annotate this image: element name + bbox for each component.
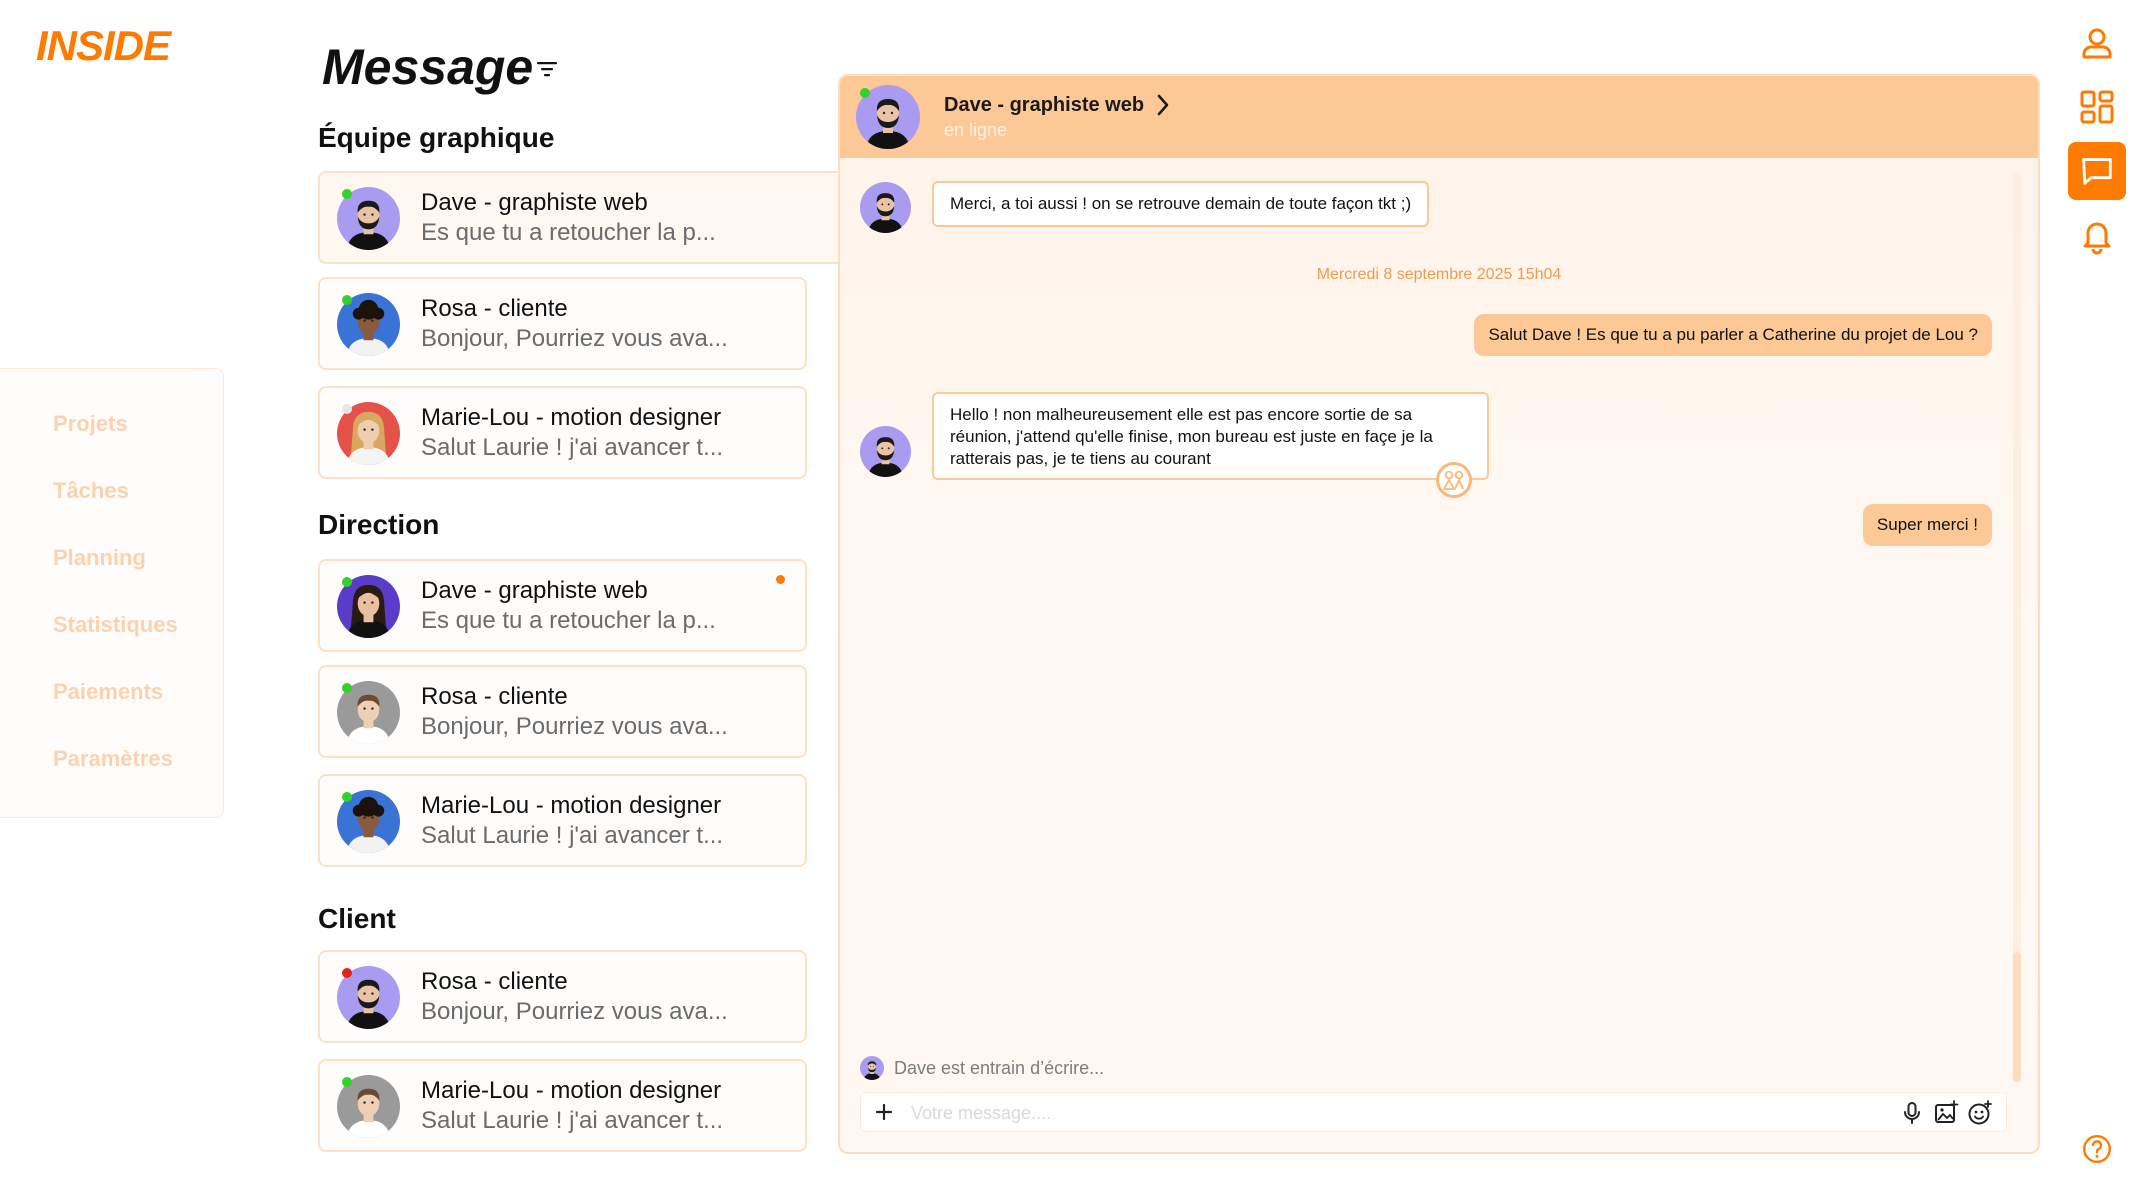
contact-preview: Salut Laurie ! j'ai avancer t... [421,822,724,849]
typing-indicator: Dave est entrain d’écrire... [894,1058,1105,1078]
bell-icon[interactable] [2068,206,2126,264]
contact-card[interactable]: Marie-Lou - motion designer Salut Laurie… [318,774,807,867]
avatar [860,1056,884,1080]
main-nav: Projets Tâches Planning Statistiques Pai… [0,368,224,818]
message-bubble-outgoing: Super merci ! [1862,504,1992,546]
nav-item-planning[interactable]: Planning [53,545,146,571]
nav-item-paiements[interactable]: Paiements [53,679,163,705]
contact-card[interactable]: Rosa - cliente Bonjour, Pourriez vous av… [318,950,807,1043]
contact-card[interactable]: Dave - graphiste web Es que tu a retouch… [318,171,843,264]
user-icon[interactable] [2068,14,2126,72]
online-status-dot [342,577,352,587]
message-input[interactable] [911,1099,1871,1127]
contact-preview: Bonjour, Pourriez vous ava... [421,713,728,740]
chat-contact-status: en ligne [944,120,1008,140]
online-status-dot [342,683,352,693]
scrollbar-thumb[interactable] [2013,952,2021,1082]
chat-panel: Dave - graphiste web en ligne Merci, a t… [838,74,2040,1154]
contact-preview: Salut Laurie ! j'ai avancer t... [421,1107,724,1134]
group-title-equipe: Équipe graphique [318,122,555,153]
message-icon[interactable] [2068,142,2126,200]
reaction-badge[interactable] [1436,462,1472,498]
contact-preview: Es que tu a retoucher la p... [421,219,716,246]
busy-status-dot [342,968,352,978]
avatar [860,182,911,233]
contact-name: Rosa - cliente [421,295,568,322]
online-status-dot [342,295,352,305]
contact-preview: Bonjour, Pourriez vous ava... [421,998,728,1025]
contact-card[interactable]: Marie-Lou - motion designer Salut Laurie… [318,1059,807,1152]
contact-preview: Salut Laurie ! j'ai avancer t... [421,434,724,461]
nav-item-projets[interactable]: Projets [53,411,128,437]
nav-item-statistiques[interactable]: Statistiques [53,612,178,638]
message-bubble-incoming: Merci, a toi aussi ! on se retrouve dema… [932,181,1430,227]
message-bubble-incoming: Hello ! non malheureusement elle est pas… [932,392,1489,480]
group-title-direction: Direction [318,509,440,540]
group-title-client: Client [318,903,396,934]
avatar [860,426,911,477]
date-separator: Mercredi 8 septembre 2025 15h04 [1316,266,1562,283]
nav-item-taches[interactable]: Tâches [53,478,129,504]
unread-badge [776,575,785,584]
contact-card[interactable]: Marie-Lou - motion designer Salut Laurie… [318,386,807,479]
chat-header: Dave - graphiste web en ligne [840,76,2038,158]
contact-card[interactable]: Rosa - cliente Bonjour, Pourriez vous av… [318,277,807,370]
online-status-dot [342,792,352,802]
message-bubble-outgoing: Salut Dave ! Es que tu a pu parler a Cat… [1474,314,1992,356]
chevron-right-icon[interactable] [1152,92,1174,118]
contact-name: Rosa - cliente [421,683,568,710]
page-title: Message [322,39,534,95]
online-status-dot [342,189,352,199]
message-composer [860,1092,2007,1132]
contact-name: Marie-Lou - motion designer [421,404,722,431]
contact-name: Dave - graphiste web [421,577,648,604]
online-status-dot [860,88,870,98]
emoji-icon[interactable] [1967,1100,1993,1126]
chat-scrollbar[interactable] [2013,172,2021,1082]
help-icon[interactable] [2068,1120,2126,1178]
chat-contact-name[interactable]: Dave - graphiste web [944,94,1144,117]
contact-card[interactable]: Rosa - cliente Bonjour, Pourriez vous av… [318,665,807,758]
image-upload-icon[interactable] [1933,1100,1959,1126]
contact-card[interactable]: Dave - graphiste web Es que tu a retouch… [318,559,807,652]
contact-name: Rosa - cliente [421,968,568,995]
nav-item-parametres[interactable]: Paramètres [53,746,173,772]
dashboard-icon[interactable] [2068,78,2126,136]
brand-logo: INSIDE [36,22,171,69]
plus-icon[interactable] [871,1099,897,1125]
couple-emoji-icon [1442,470,1464,490]
filter-icon[interactable] [536,60,558,78]
contact-name: Marie-Lou - motion designer [421,1077,722,1104]
online-status-dot [342,1077,352,1087]
contact-preview: Bonjour, Pourriez vous ava... [421,325,728,352]
contact-name: Marie-Lou - motion designer [421,792,722,819]
contact-preview: Es que tu a retoucher la p... [421,607,716,634]
contact-name: Dave - graphiste web [421,189,648,216]
microphone-icon[interactable] [1899,1100,1925,1126]
offline-status-dot [342,404,352,414]
